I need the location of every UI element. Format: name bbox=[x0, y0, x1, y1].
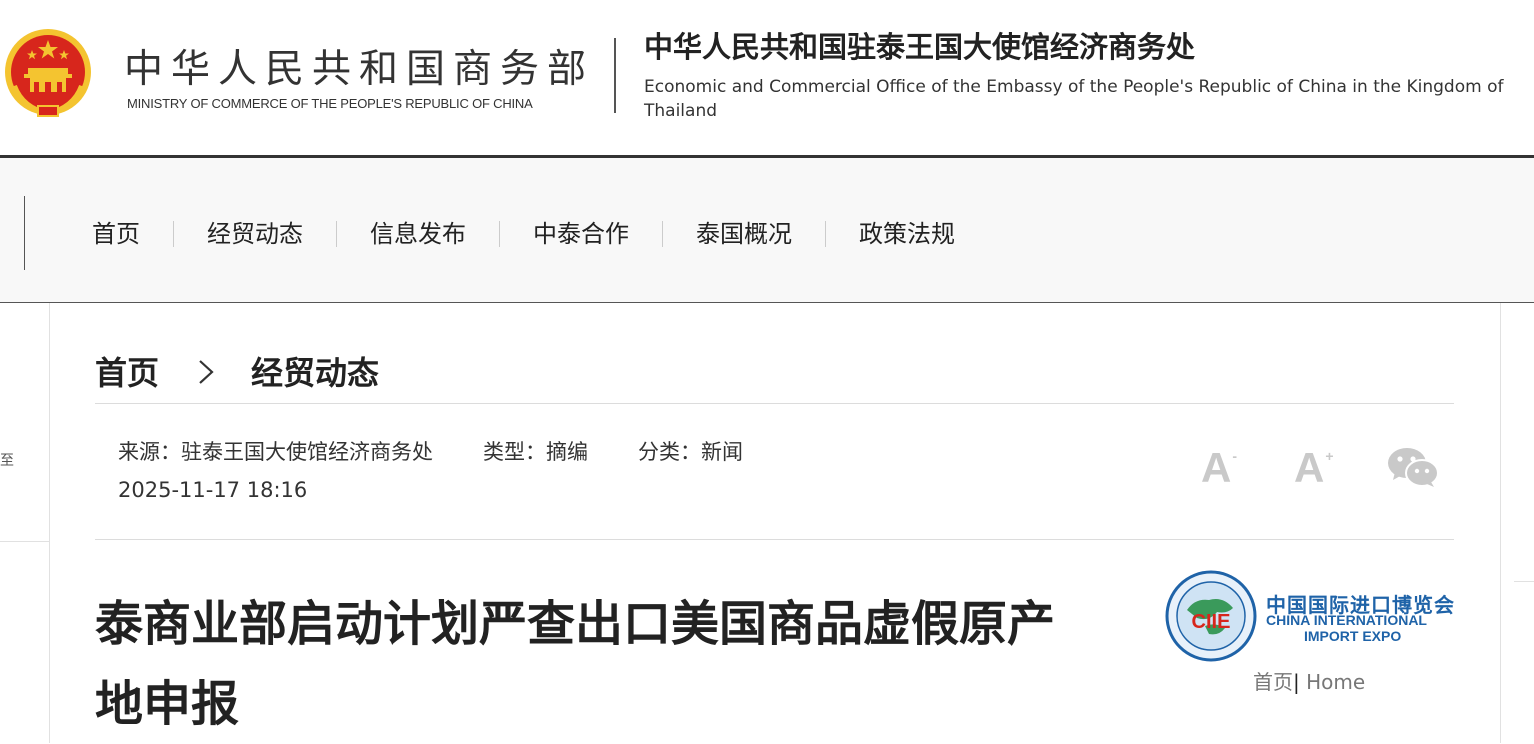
nav-separator bbox=[825, 221, 826, 247]
right-panel-divider bbox=[1514, 581, 1534, 582]
ciie-globe-icon[interactable]: CIIE bbox=[1165, 570, 1257, 662]
wechat-icon[interactable] bbox=[1387, 446, 1439, 488]
nav-item-thailand-overview[interactable]: 泰国概况 bbox=[674, 216, 814, 252]
office-name-cn: 中华人民共和国驻泰王国大使馆经济商务处 bbox=[644, 30, 1196, 64]
ciie-name-en-line1[interactable]: CHINA INTERNATIONAL bbox=[1266, 612, 1427, 628]
breadcrumb: 首页 经贸动态 bbox=[95, 348, 379, 394]
font-decrease-label: A bbox=[1201, 444, 1232, 491]
meta-divider bbox=[95, 539, 1454, 540]
nav-separator bbox=[173, 221, 174, 247]
ciie-link-home-cn[interactable]: 首页 bbox=[1253, 670, 1293, 694]
chevron-right-icon bbox=[197, 354, 215, 389]
national-emblem-icon[interactable] bbox=[4, 26, 92, 120]
ministry-name-cn[interactable]: 中华人民共和国商务部 bbox=[124, 38, 594, 94]
nav-item-home[interactable]: 首页 bbox=[70, 216, 162, 252]
ciie-link-divider: | bbox=[1293, 670, 1300, 694]
site-header: 中华人民共和国商务部 MINISTRY OF COMMERCE OF THE P… bbox=[0, 0, 1534, 155]
breadcrumb-home[interactable]: 首页 bbox=[95, 348, 159, 394]
nav-list: 首页 经贸动态 信息发布 中泰合作 泰国概况 政策法规 bbox=[70, 216, 977, 252]
office-name-en: Economic and Commercial Office of the Em… bbox=[644, 77, 1504, 121]
breadcrumb-current[interactable]: 经贸动态 bbox=[251, 348, 379, 394]
font-increase-button[interactable]: A+ bbox=[1294, 444, 1334, 492]
font-decrease-button[interactable]: A- bbox=[1201, 444, 1237, 492]
nav-item-announcements[interactable]: 信息发布 bbox=[348, 216, 488, 252]
left-panel-divider bbox=[0, 541, 49, 542]
ciie-name-en-line2[interactable]: IMPORT EXPO bbox=[1304, 628, 1401, 644]
meta-source: 来源：驻泰王国大使馆经济商务处 bbox=[118, 440, 433, 464]
nav-separator bbox=[499, 221, 500, 247]
ciie-links: 首页| Home bbox=[1253, 666, 1365, 695]
header-divider bbox=[614, 38, 616, 113]
plus-icon: + bbox=[1325, 448, 1334, 464]
nav-item-trade-news[interactable]: 经贸动态 bbox=[185, 216, 325, 252]
nav-item-china-thailand-cooperation[interactable]: 中泰合作 bbox=[511, 216, 651, 252]
ministry-name-en[interactable]: MINISTRY OF COMMERCE OF THE PEOPLE'S REP… bbox=[127, 96, 533, 111]
article-title: 泰商业部启动计划严查出口美国商品虚假原产地申报 bbox=[95, 596, 1056, 732]
nav-left-divider bbox=[24, 196, 25, 270]
meta-type: 类型：摘编 bbox=[483, 440, 588, 464]
font-increase-label: A bbox=[1294, 444, 1325, 491]
meta-datetime: 2025-11-17 18:16 bbox=[118, 478, 308, 502]
meta-category: 分类：新闻 bbox=[638, 440, 743, 464]
minus-icon: - bbox=[1232, 448, 1238, 464]
nav-item-policies-regulations[interactable]: 政策法规 bbox=[837, 216, 977, 252]
ciie-badge-text: CIIE bbox=[1192, 611, 1231, 633]
nav-separator bbox=[336, 221, 337, 247]
left-panel-text-stub: 至 bbox=[0, 453, 14, 469]
breadcrumb-divider bbox=[95, 403, 1454, 404]
nav-separator bbox=[662, 221, 663, 247]
main-nav: 首页 经贸动态 信息发布 中泰合作 泰国概况 政策法规 bbox=[0, 158, 1534, 303]
article-meta: 来源：驻泰王国大使馆经济商务处 类型：摘编 分类：新闻 bbox=[118, 436, 793, 466]
ciie-link-home-en[interactable]: Home bbox=[1300, 670, 1365, 694]
